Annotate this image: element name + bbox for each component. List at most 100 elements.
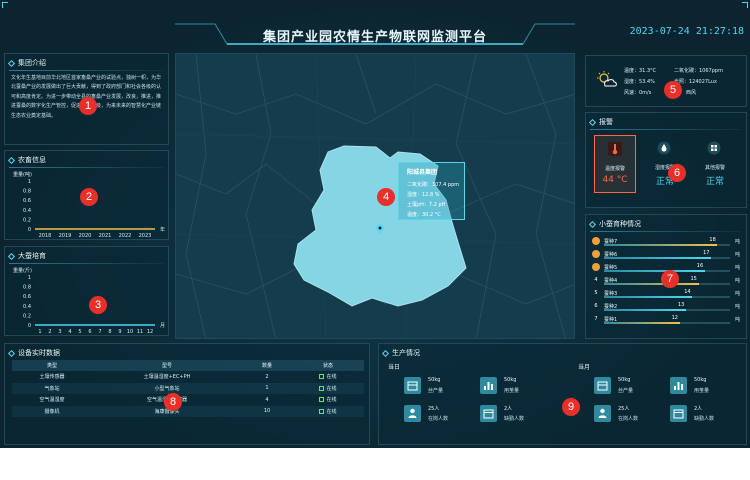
production-period-label: 当月: [578, 364, 591, 371]
table-row[interactable]: 空气温湿度 空气温湿度传感器 4 在线: [12, 394, 364, 406]
alarm-card-other[interactable]: 其他报警 正常: [694, 135, 736, 193]
production-stat[interactable]: 2人 缺勤人数: [670, 405, 740, 425]
production-label: 用茧量: [694, 388, 710, 394]
annotation-marker: 4: [377, 188, 395, 206]
ranking-value: 14: [684, 289, 691, 295]
panel-diamond-icon: [588, 118, 597, 126]
x-tick-label: 11: [137, 329, 143, 335]
annotation-marker: 9: [562, 398, 580, 416]
ranking-bar: [604, 309, 686, 311]
table-row[interactable]: 土壤传感器 土壤温湿度+EC+PH 2 在线: [12, 371, 364, 383]
ranking-row[interactable]: 蚕种6 17 吨: [592, 250, 742, 261]
annotation-marker: 7: [661, 270, 679, 288]
ranking-row[interactable]: 蚕种7 18 吨: [592, 237, 742, 248]
ranking-value: 18: [709, 237, 716, 243]
production-label: 缺勤人数: [504, 416, 525, 422]
y-tick-label: 0.2: [23, 313, 31, 319]
ranking-bar-track: [604, 296, 730, 298]
box-icon: [404, 377, 421, 394]
device-model: 土壤温湿度+EC+PH: [143, 374, 191, 381]
x-axis-label: 月: [160, 323, 165, 329]
device-count: 4: [265, 396, 269, 403]
medal-icon: [592, 250, 600, 258]
table-row[interactable]: 气象站 小型气象站 1 在线: [12, 382, 364, 394]
check-icon: [319, 408, 325, 414]
ranking-value: 16: [696, 263, 704, 269]
production-value: 2人: [504, 406, 513, 412]
production-stat[interactable]: 25人 在岗人数: [594, 405, 664, 425]
alarm-title: 报警: [599, 118, 613, 126]
map-tooltip: 阳城县集团 二氧化碳：307.4 ppm 湿度：12.8 % 土壤pH：7.2 …: [398, 162, 465, 220]
device-status: 在线: [326, 408, 337, 415]
x-tick-label: 9: [118, 329, 121, 335]
device-count: 1: [242, 382, 292, 394]
rank-number: 6: [594, 303, 598, 309]
device-model: 小型气象站: [92, 382, 242, 394]
device-type: 空气温湿度: [39, 397, 65, 404]
ranking-row[interactable]: 6 蚕种2 13 吨: [592, 302, 742, 313]
map-background: [176, 54, 574, 338]
panel-diamond-icon: [7, 349, 16, 357]
table-row[interactable]: 摄像机 海康摄像头 10 在线: [12, 405, 364, 417]
rank-number: 7: [594, 316, 598, 322]
production-stat[interactable]: 50kg 丝产量: [594, 377, 664, 397]
medal-icon: [592, 237, 600, 245]
person-icon: [594, 405, 611, 422]
column-header: 类型: [12, 360, 92, 371]
column-header: 数量: [242, 360, 292, 371]
alarm-panel: 报警 温度报警 44 °C 湿度报警 正常 其他报警 正常: [585, 112, 747, 208]
x-tick-label: 12: [147, 329, 153, 335]
weather-co2: 二氧化碳：1067ppm: [674, 68, 723, 74]
device-count: 2: [265, 373, 269, 380]
ranking-bar: [604, 322, 680, 324]
y-tick-label: 0.6: [23, 294, 31, 300]
county-map[interactable]: 阳城县集团 二氧化碳：307.4 ppm 湿度：12.8 % 土壤pH：7.2 …: [175, 53, 575, 339]
ranking-unit: 吨: [734, 317, 740, 323]
annotation-marker: 8: [164, 393, 182, 411]
ranking-title: 小蚕育种情况: [599, 220, 641, 228]
y-tick-label: 0.4: [23, 208, 31, 214]
alarm-value: 44 °C: [602, 175, 628, 185]
medal-icon: [592, 263, 600, 271]
tooltip-row: 土壤pH：7.2 pH: [407, 202, 446, 208]
page-title: 集团产业园农情生产物联网监测平台: [262, 30, 487, 45]
production-label: 在岗人数: [428, 416, 449, 422]
weather-panel: 温度：31.3°C 湿度：53.4% 风速：0m/s 二氧化碳：1067ppm …: [585, 55, 747, 107]
production-label: 缺勤人数: [694, 416, 715, 422]
location-pin-icon[interactable]: [376, 224, 384, 234]
production-value: 50kg: [504, 377, 517, 383]
panel-diamond-icon: [588, 220, 597, 228]
bar-chart-icon: [670, 377, 687, 394]
ranking-value: 13: [677, 302, 685, 308]
y-tick-label: 0.2: [23, 217, 31, 223]
tooltip-row: 温度：30.2 °C: [407, 212, 441, 218]
x-tick-label: 1: [38, 329, 41, 335]
production-stat[interactable]: 50kg 用茧量: [670, 377, 740, 397]
partly-cloudy-icon: [597, 71, 617, 87]
y-tick-label: 1: [28, 275, 31, 281]
ranking-bar-track: [604, 322, 730, 324]
x-tick-label: 2020: [79, 233, 92, 239]
y-tick-label: 0: [28, 323, 31, 329]
ranking-bar: [604, 257, 712, 259]
table-header-row: 类型 型号 数量 状态: [12, 360, 364, 371]
breeding-chart: 重量(斤)00.20.40.60.811 2 3 4 5 6 7 8 9 10 11 12月: [13, 267, 165, 335]
production-stat[interactable]: 50kg 丝产量: [404, 377, 474, 397]
x-tick-label: 2: [48, 329, 51, 335]
ranking-row[interactable]: 5 蚕种3 14 吨: [592, 289, 742, 300]
device-status: 在线: [326, 374, 337, 381]
ranking-bar-track: [604, 309, 730, 311]
alarm-card-temperature[interactable]: 温度报警 44 °C: [594, 135, 636, 193]
x-tick-label: 8: [108, 329, 111, 335]
x-tick-label: 6: [88, 329, 91, 335]
ranking-value: 15: [690, 276, 697, 282]
x-tick-label: 2019: [59, 233, 72, 239]
production-stat[interactable]: 2人缺勤人数: [480, 405, 550, 425]
production-stat[interactable]: 50kg 用茧量: [480, 377, 550, 397]
ranking-bar: [604, 270, 705, 272]
production-stat[interactable]: 25人 在岗人数: [404, 405, 474, 425]
x-tick-label: 2021: [99, 233, 112, 239]
thermometer-icon: [608, 142, 622, 156]
ranking-row[interactable]: 7 蚕种1 12 吨: [592, 315, 742, 326]
ranking-value: 12: [671, 315, 678, 321]
